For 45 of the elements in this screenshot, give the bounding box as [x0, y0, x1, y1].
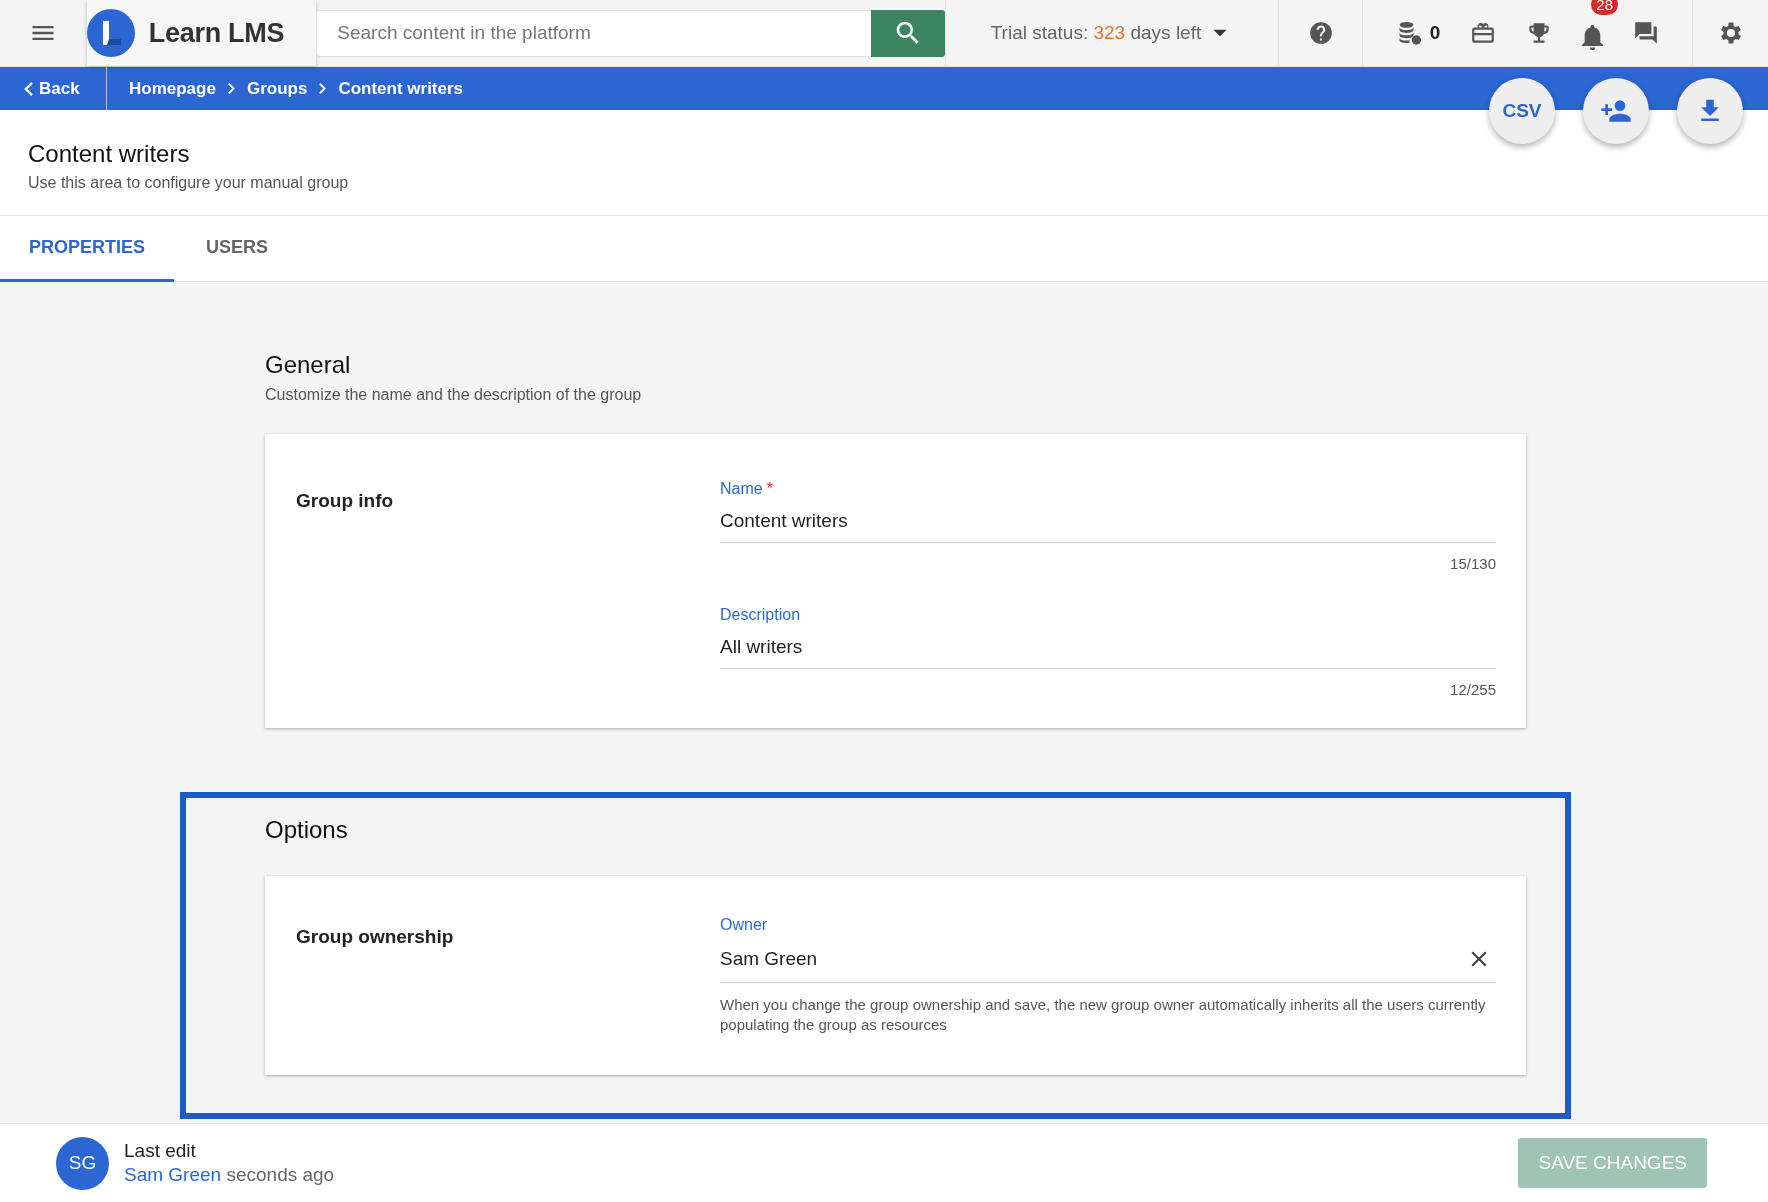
tab[interactable]: PROPERTIES	[0, 216, 175, 282]
character-counter: 15/130	[1449, 555, 1496, 572]
brand-name: Learn LMS	[148, 17, 285, 49]
chevron-right-icon	[227, 83, 235, 94]
csv-button[interactable]: CSV	[1489, 78, 1555, 144]
tab[interactable]: USERS	[174, 216, 298, 282]
owner-field[interactable]: Sam Green	[720, 948, 1462, 970]
bell-icon	[1582, 24, 1604, 50]
user-avatar: SG	[56, 1136, 109, 1190]
field-label: Name *	[720, 480, 774, 498]
field-label: Description	[720, 606, 802, 624]
chevron-left-icon	[24, 81, 33, 96]
notification-count: 28	[1591, 0, 1618, 15]
card-label: Group ownership	[296, 925, 455, 948]
messages-button[interactable]	[1633, 20, 1660, 46]
notifications-button[interactable]	[1582, 24, 1604, 50]
breadcrumb-link[interactable]: Homepage	[129, 78, 216, 99]
help-icon	[1307, 20, 1334, 46]
search-field[interactable]: Search content in the platform	[316, 9, 871, 57]
help-button[interactable]	[1307, 20, 1334, 46]
user-link[interactable]: Sam Green	[124, 1164, 222, 1185]
breadcrumb-link[interactable]: Content writers	[338, 78, 464, 99]
download-button[interactable]	[1677, 78, 1743, 144]
last-edit-label: Last edit	[124, 1140, 197, 1162]
helper-text: When you change the group ownership and save, the new group owner automatically inherits all the users currently populating the group as resources	[720, 995, 1487, 1035]
text-field[interactable]: All writers	[720, 636, 1496, 658]
breadcrumb-link[interactable]: Groups	[246, 78, 308, 99]
character-counter: 12/255	[1449, 681, 1496, 698]
chevron-right-icon	[319, 83, 327, 94]
field-label: Owner	[720, 916, 769, 934]
coins-button[interactable]: 0	[1395, 19, 1441, 47]
gift-button[interactable]	[1470, 20, 1497, 46]
page-subtitle: Use this area to configure your manual group	[28, 174, 350, 192]
chat-icon	[1633, 20, 1660, 46]
gift-icon	[1470, 20, 1497, 46]
add-user-button[interactable]	[1583, 78, 1649, 144]
section-title: Options	[265, 816, 349, 844]
search-button[interactable]	[870, 9, 945, 57]
text-field[interactable]: Content writers	[720, 510, 1496, 532]
section-title: General	[265, 351, 352, 379]
section-subtitle: Customize the name and the description of the group	[265, 386, 643, 404]
card-label: Group info	[296, 489, 395, 512]
page-title: Content writers	[28, 140, 191, 168]
last-edit-info: Sam Green seconds ago	[124, 1164, 335, 1186]
trial-status-dropdown[interactable]: Trial status: 323 days left	[990, 20, 1234, 46]
